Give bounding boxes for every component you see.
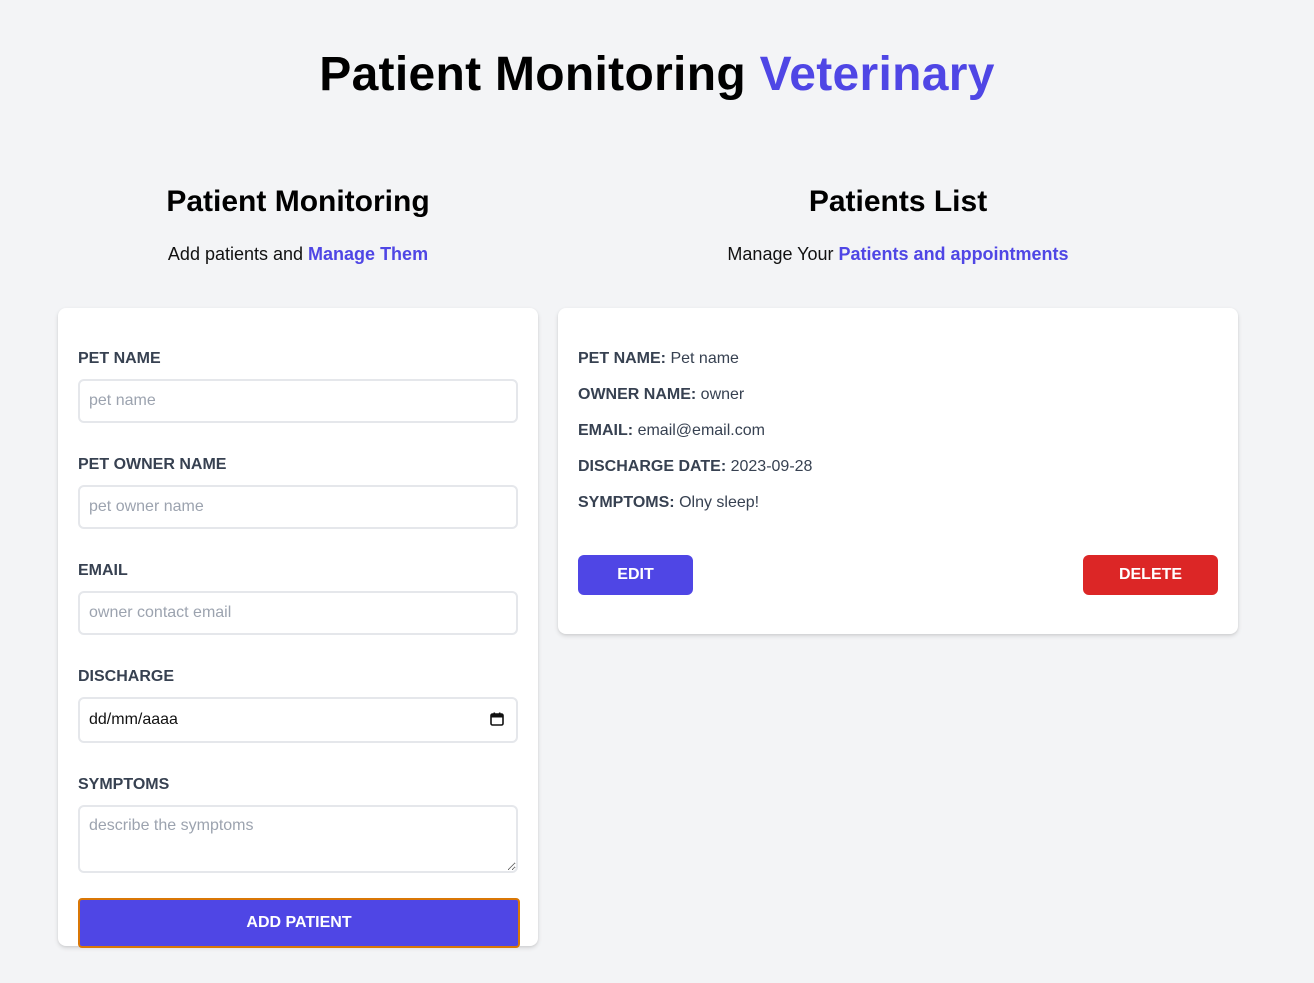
- list-subtitle-accent: Patients and appointments: [838, 244, 1069, 264]
- list-subtitle: Manage Your Patients and appointments: [558, 242, 1238, 266]
- calendar-icon[interactable]: [490, 712, 504, 726]
- pet-name-value: Pet name: [670, 350, 739, 367]
- owner-name-label: Pet Owner Name: [78, 456, 227, 473]
- email-key: Email:: [578, 422, 634, 439]
- symptoms-label: Symptoms: [78, 776, 170, 793]
- discharge-date-value: dd/mm/aaaa: [89, 711, 178, 728]
- email-input[interactable]: [78, 591, 518, 635]
- patient-discharge: Discharge Date: 2023-09-28: [578, 456, 1218, 478]
- patient-symptoms: Symptoms: Olny sleep!: [578, 492, 1218, 514]
- edit-button[interactable]: Edit: [578, 555, 693, 595]
- patient-card: Pet Name: Pet name Owner Name: owner Ema…: [558, 308, 1238, 634]
- page-title-main: Patient Monitoring: [319, 48, 746, 101]
- page-title-accent: Veterinary: [759, 48, 995, 101]
- discharge-date-input[interactable]: dd/mm/aaaa: [78, 697, 518, 743]
- page-title: Patient Monitoring Veterinary: [0, 46, 1314, 104]
- symptoms-value: Olny sleep!: [679, 494, 760, 511]
- delete-button[interactable]: Delete: [1083, 555, 1218, 595]
- email-value: email@email.com: [637, 422, 765, 439]
- owner-key: Owner Name:: [578, 386, 697, 403]
- patient-pet-name: Pet Name: Pet name: [578, 348, 1218, 370]
- form-subtitle: Add patients and Manage Them: [58, 242, 538, 266]
- list-subtitle-text: Manage Your: [727, 244, 834, 264]
- owner-name-input[interactable]: [78, 485, 518, 529]
- pet-name-key: Pet Name:: [578, 350, 666, 367]
- patient-email: Email: email@email.com: [578, 420, 1218, 442]
- pet-name-input[interactable]: [78, 379, 518, 423]
- add-patient-button[interactable]: Add Patient: [78, 898, 520, 948]
- email-label: Email: [78, 562, 128, 579]
- patient-owner: Owner Name: owner: [578, 384, 1218, 406]
- add-patient-form: Pet Name Pet Owner Name Email Discharge …: [58, 308, 538, 948]
- owner-value: owner: [700, 386, 745, 403]
- discharge-value: 2023-09-28: [730, 458, 813, 475]
- pet-name-label: Pet Name: [78, 350, 161, 367]
- form-subtitle-accent: Manage Them: [308, 244, 429, 264]
- symptoms-key: Symptoms:: [578, 494, 675, 511]
- patient-actions: Edit Delete: [578, 555, 1218, 595]
- symptoms-textarea[interactable]: [78, 805, 518, 873]
- form-subtitle-text: Add patients and: [167, 244, 304, 264]
- discharge-key: Discharge Date:: [578, 458, 727, 475]
- discharge-label: Discharge: [78, 668, 175, 685]
- list-heading: Patients List: [808, 185, 988, 218]
- form-heading: Patient Monitoring: [166, 185, 430, 218]
